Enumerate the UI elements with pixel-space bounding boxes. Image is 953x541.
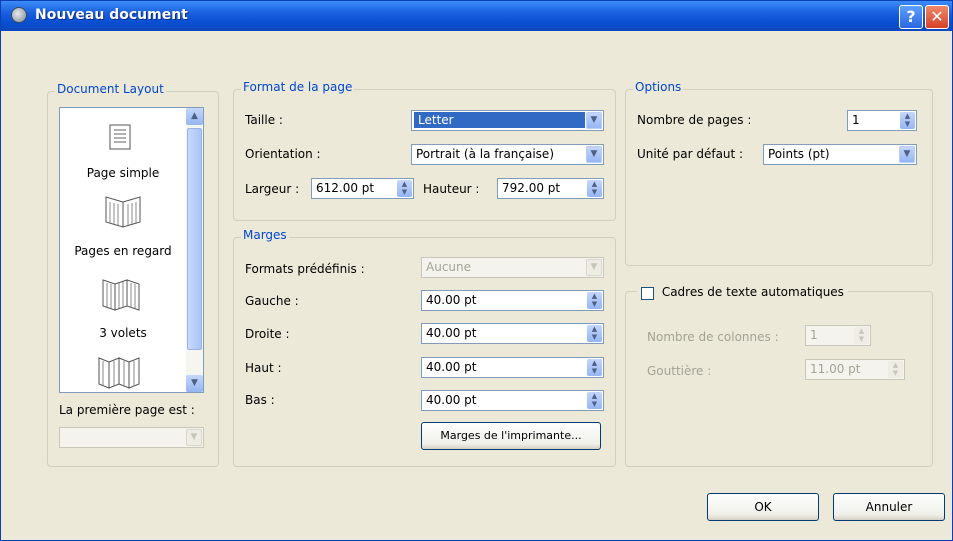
spinner-arrows-icon[interactable]: ▲ ▼ (587, 359, 602, 376)
margins-legend: Marges (241, 228, 289, 242)
layout-listbox[interactable]: Page simple Pages en regard 3 volets ▲ ▼ (59, 107, 204, 393)
close-button[interactable]: ✕ (925, 5, 949, 29)
orientation-label: Orientation : (245, 147, 321, 161)
single-page-icon (109, 124, 131, 150)
layout-item-label: Pages en regard (74, 244, 172, 258)
top-margin-value: 40.00 pt (426, 360, 477, 374)
chevron-down-icon: ▼ (586, 259, 602, 276)
printer-margins-button[interactable]: Marges de l'imprimante... (421, 422, 601, 450)
layout-item-three-fold[interactable]: 3 volets (60, 272, 186, 354)
columns-value: 1 (810, 328, 818, 342)
auto-frames-checkbox[interactable] (641, 287, 654, 300)
options-legend: Options (633, 80, 684, 94)
gutter-spinbox[interactable]: 11.00 pt ▲ ▼ (805, 359, 905, 380)
top-margin-spinbox[interactable]: 40.00 pt ▲ ▼ (421, 357, 604, 378)
spinner-arrows-icon[interactable]: ▲ ▼ (587, 325, 602, 342)
gutter-value: 11.00 pt (810, 362, 861, 376)
default-unit-label: Unité par défaut : (637, 147, 744, 161)
size-label: Taille : (245, 113, 283, 127)
right-margin-label: Droite : (245, 327, 290, 341)
facing-pages-icon (105, 196, 141, 228)
columns-label: Nombre de colonnes : (647, 330, 779, 344)
first-page-select[interactable]: ▼ (59, 427, 204, 448)
left-margin-value: 40.00 pt (426, 293, 477, 307)
presets-select[interactable]: Aucune ▼ (421, 257, 604, 278)
spinner-arrows-icon: ▲ ▼ (888, 361, 903, 378)
pages-count-spinbox[interactable]: 1 ▲ ▼ (847, 110, 917, 131)
default-unit-select[interactable]: Points (pt) ▼ (763, 144, 917, 165)
layout-item-label: Page simple (86, 166, 160, 180)
scroll-thumb[interactable] (187, 128, 202, 350)
right-margin-value: 40.00 pt (426, 326, 477, 340)
left-margin-spinbox[interactable]: 40.00 pt ▲ ▼ (421, 290, 604, 311)
layout-item-facing-pages[interactable]: Pages en regard (60, 190, 186, 270)
pages-count-label: Nombre de pages : (637, 113, 752, 127)
cancel-button[interactable]: Annuler (833, 493, 945, 521)
scroll-up-arrow-icon[interactable]: ▲ (186, 108, 203, 125)
spinner-arrows-icon[interactable]: ▲ ▼ (587, 180, 602, 197)
gutter-label: Gouttière : (647, 364, 712, 378)
width-label: Largeur : (245, 182, 300, 196)
size-value: Letter (414, 112, 585, 128)
bottom-margin-label: Bas : (245, 393, 275, 407)
presets-value: Aucune (426, 260, 472, 274)
columns-spinbox[interactable]: 1 ▲ ▼ (805, 325, 871, 346)
page-format-legend: Format de la page (241, 80, 355, 94)
left-margin-label: Gauche : (245, 294, 299, 308)
three-fold-icon (102, 279, 140, 311)
document-layout-legend: Document Layout (55, 82, 166, 96)
chevron-down-icon: ▼ (899, 146, 915, 163)
layout-item-label: 3 volets (99, 326, 147, 340)
scroll-down-arrow-icon[interactable]: ▼ (186, 375, 203, 392)
height-spinbox[interactable]: 792.00 pt ▲ ▼ (497, 178, 604, 199)
spinner-arrows-icon[interactable]: ▲ ▼ (900, 112, 915, 129)
auto-frames-label: Cadres de texte automatiques (661, 284, 844, 299)
chevron-down-icon: ▼ (586, 146, 602, 163)
auto-frames-toggle[interactable]: Cadres de texte automatiques (637, 284, 848, 302)
orientation-select[interactable]: Portrait (à la française) ▼ (411, 144, 604, 165)
spinner-arrows-icon[interactable]: ▲ ▼ (587, 292, 602, 309)
new-document-dialog: Nouveau document ? ✕ Document Layout Pag… (0, 0, 953, 541)
layout-item-four-fold[interactable] (60, 354, 186, 392)
title-bar[interactable]: Nouveau document ? ✕ (1, 1, 952, 31)
spinner-arrows-icon: ▲ ▼ (854, 327, 869, 344)
pages-count-value: 1 (852, 113, 860, 127)
width-value: 612.00 pt (316, 181, 375, 195)
chevron-down-icon: ▼ (186, 429, 202, 446)
presets-label: Formats prédéfinis : (245, 262, 365, 276)
layout-list-scrollbar[interactable]: ▲ ▼ (186, 108, 203, 392)
dialog-title: Nouveau document (35, 7, 188, 23)
top-margin-label: Haut : (245, 361, 282, 375)
size-select[interactable]: Letter ▼ (411, 110, 604, 131)
chevron-down-icon: ▼ (586, 112, 602, 129)
height-label: Hauteur : (423, 182, 480, 196)
right-margin-spinbox[interactable]: 40.00 pt ▲ ▼ (421, 323, 604, 344)
width-spinbox[interactable]: 612.00 pt ▲ ▼ (311, 178, 414, 199)
default-unit-value: Points (pt) (768, 147, 830, 161)
bottom-margin-spinbox[interactable]: 40.00 pt ▲ ▼ (421, 390, 604, 411)
spinner-arrows-icon[interactable]: ▲ ▼ (397, 180, 412, 197)
ok-button[interactable]: OK (707, 493, 819, 521)
layout-item-single-page[interactable]: Page simple (60, 108, 186, 188)
app-icon (11, 7, 27, 23)
first-page-label: La première page est : (59, 403, 195, 417)
four-fold-icon (98, 357, 140, 389)
orientation-value: Portrait (à la française) (416, 147, 554, 161)
height-value: 792.00 pt (502, 181, 561, 195)
bottom-margin-value: 40.00 pt (426, 393, 477, 407)
help-button[interactable]: ? (899, 5, 923, 29)
spinner-arrows-icon[interactable]: ▲ ▼ (587, 392, 602, 409)
